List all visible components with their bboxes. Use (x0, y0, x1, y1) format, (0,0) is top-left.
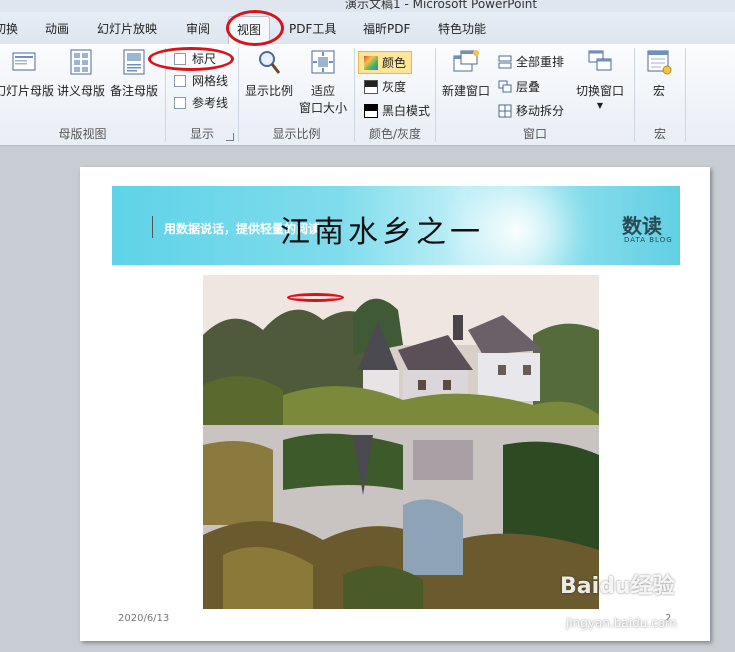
group-master-views: 幻灯片母版 讲义母版 备注母版 母版视图 (0, 44, 165, 146)
tab-foxit-pdf[interactable]: 福昕PDF (363, 20, 410, 37)
handout-master-icon (67, 48, 95, 76)
baidu-watermark-url: jingyan.baidu.com (566, 616, 677, 630)
notes-master-icon (120, 48, 148, 76)
cascade-button[interactable]: 层叠 (498, 78, 540, 95)
switch-window-icon (586, 48, 614, 76)
tab-slideshow[interactable]: 幻灯片放映 (97, 20, 157, 37)
new-window-button[interactable]: 新建窗口 (442, 48, 490, 99)
annotation-circle-slide (287, 293, 344, 302)
text-cursor (152, 216, 153, 238)
slide-master-button[interactable]: 幻灯片母版 (0, 48, 54, 99)
tab-review[interactable]: 审阅 (186, 20, 210, 37)
tab-pdf-tools[interactable]: PDF工具 (289, 20, 336, 37)
fit-to-window-button[interactable]: 适应 窗口大小 (299, 48, 347, 116)
new-window-icon (452, 48, 480, 76)
fit-window-icon (309, 48, 337, 76)
grayscale-icon (364, 79, 378, 94)
title-bar: 演示文稿1 - Microsoft PowerPoint (0, 0, 735, 12)
color-icon (364, 55, 378, 70)
group-label-window: 窗口 (522, 127, 547, 141)
grayscale-button[interactable]: 灰度 (364, 78, 406, 95)
group-zoom: 显示比例 适应 窗口大小 显示比例 (239, 44, 354, 146)
group-macros: 宏 宏 (635, 44, 685, 146)
macros-button[interactable]: 宏 (645, 48, 673, 99)
group-color-grayscale: 颜色 灰度 黑白模式 颜色/灰度 (355, 44, 435, 146)
group-label-zoom: 显示比例 (272, 127, 321, 141)
arrange-all-icon (498, 55, 512, 69)
group-label-master-views: 母版视图 (58, 127, 107, 141)
handout-master-button[interactable]: 讲义母版 (57, 48, 105, 99)
gridlines-checkbox-box[interactable] (174, 74, 186, 87)
annotation-circle-ruler (148, 47, 234, 71)
slide-title[interactable]: 江南水乡之一 (280, 207, 484, 251)
switch-window-button[interactable]: 切换窗口 ▼ (576, 48, 624, 110)
banner-brand-logo: 数读 (622, 214, 662, 238)
color-button[interactable]: 颜色 (358, 51, 413, 74)
black-white-icon (364, 103, 378, 118)
annotation-circle-view-tab (226, 10, 284, 46)
window-title: 演示文稿1 - Microsoft PowerPoint (345, 0, 538, 11)
guides-checkbox-box[interactable] (174, 96, 186, 109)
baidu-watermark: Baidu经验 (560, 574, 675, 599)
group-window: 新建窗口 全部重排 层叠 移动拆分 切换窗口 ▼ 窗口 (436, 44, 634, 146)
ribbon-tabs: 切换 动画 幻灯片放映 审阅 视图 PDF工具 福昕PDF 特色功能 (0, 12, 735, 44)
macro-icon (645, 48, 673, 76)
group-divider (685, 48, 686, 142)
cascade-icon (498, 80, 512, 94)
ribbon: 幻灯片母版 讲义母版 备注母版 母版视图 标尺 网格线 参考线 显示 显示比例 … (0, 44, 735, 146)
tab-transitions[interactable]: 切换 (0, 20, 18, 37)
move-split-icon (498, 104, 512, 118)
slide-master-icon (10, 48, 38, 76)
group-label-macros: 宏 (653, 127, 666, 141)
black-white-button[interactable]: 黑白模式 (364, 102, 430, 119)
slide-date: 2020/6/13 (118, 613, 170, 624)
chevron-down-icon: ▼ (596, 101, 604, 110)
magnifier-icon (255, 48, 283, 76)
zoom-button[interactable]: 显示比例 (245, 48, 293, 99)
group-label-color: 颜色/灰度 (368, 127, 422, 141)
tab-special-features[interactable]: 特色功能 (438, 20, 486, 37)
gridlines-checkbox[interactable]: 网格线 (174, 72, 228, 89)
tab-animations[interactable]: 动画 (45, 20, 69, 37)
slide-photo-watertown[interactable] (203, 275, 599, 609)
guides-checkbox[interactable]: 参考线 (174, 94, 228, 111)
show-dialog-launcher[interactable] (226, 133, 234, 141)
banner-brand-subtitle: DATA BLOG (624, 236, 673, 244)
move-split-button[interactable]: 移动拆分 (498, 102, 564, 119)
arrange-all-button[interactable]: 全部重排 (498, 53, 564, 70)
